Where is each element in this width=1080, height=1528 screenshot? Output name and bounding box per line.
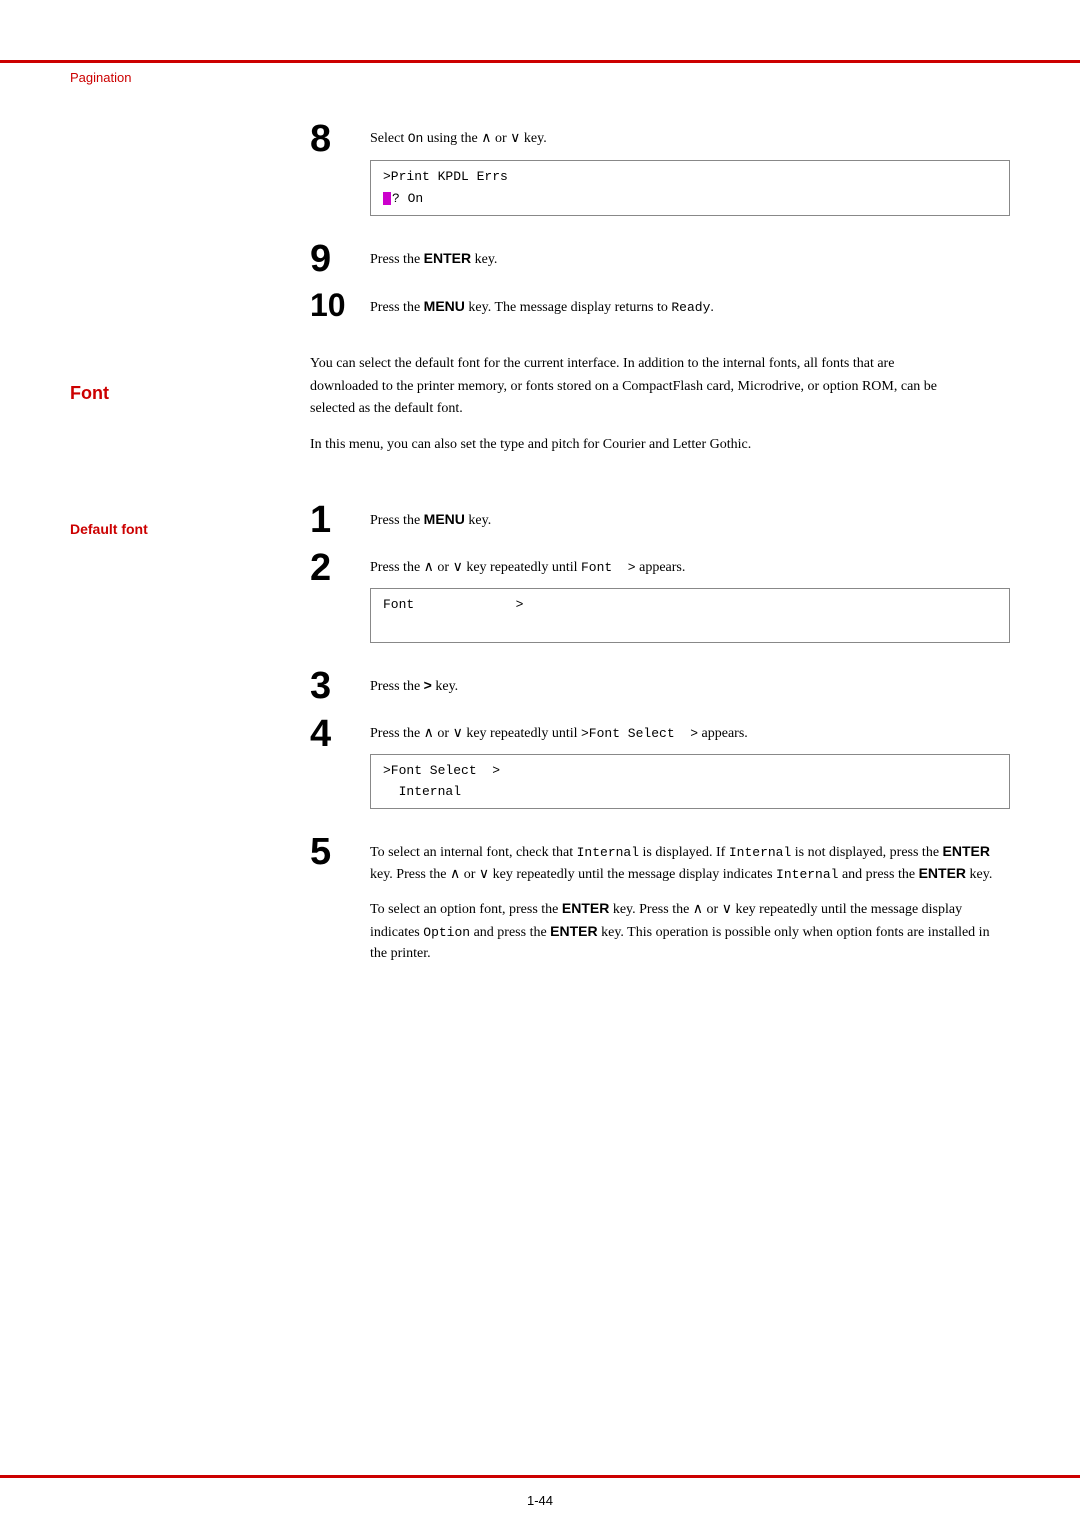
cursor-indicator — [383, 192, 391, 205]
default-step-3-content: Press the > key. — [370, 667, 1010, 698]
font-section: Font You can select the default font for… — [70, 353, 1010, 471]
bottom-rule — [0, 1475, 1080, 1478]
steps-top-section: 8 Select On using the ∧ or ∨ key. >Print… — [310, 120, 1010, 323]
default-step-4: 4 Press the ∧ or ∨ key repeatedly until … — [310, 715, 1010, 823]
font-para-2: In this menu, you can also set the type … — [310, 434, 960, 456]
font-section-body: You can select the default font for the … — [310, 353, 1010, 471]
default-font-steps: 1 Press the MENU key. 2 Press the ∧ or ∨… — [310, 501, 1010, 975]
section-label: Pagination — [70, 70, 131, 85]
default-step-2-number: 2 — [310, 547, 331, 589]
font-section-heading: Font — [70, 383, 310, 404]
default-step-3: 3 Press the > key. — [310, 667, 1010, 705]
step-4-code-box: >Font Select > Internal — [370, 754, 1010, 808]
step-9-content: Press the ENTER key. — [370, 240, 1010, 271]
step-8-code-box: >Print KPDL Errs ? On — [370, 160, 1010, 216]
default-step-1: 1 Press the MENU key. — [310, 501, 1010, 539]
step-9-number: 9 — [310, 240, 370, 278]
default-font-heading: Default font — [70, 521, 310, 537]
step-10-number: 10 — [310, 288, 370, 323]
default-step-2-content: Press the ∧ or ∨ key repeatedly until Fo… — [370, 549, 1010, 657]
page-number: 1-44 — [527, 1493, 553, 1508]
default-step-5-number: 5 — [310, 831, 331, 873]
step-8-content: Select On using the ∧ or ∨ key. >Print K… — [370, 120, 1010, 230]
step-10-content: Press the MENU key. The message display … — [370, 288, 1010, 319]
font-para-1: You can select the default font for the … — [310, 353, 960, 420]
step-8-number: 8 — [310, 120, 370, 158]
default-step-1-content: Press the MENU key. — [370, 501, 1010, 532]
step-5-para-1: To select an internal font, check that I… — [370, 841, 1010, 886]
step-10: 10 Press the MENU key. The message displ… — [310, 288, 1010, 323]
default-step-4-content: Press the ∧ or ∨ key repeatedly until >F… — [370, 715, 1010, 823]
default-step-5-content: To select an internal font, check that I… — [370, 833, 1010, 965]
step-2-code-box: Font > — [370, 588, 1010, 642]
step-8: 8 Select On using the ∧ or ∨ key. >Print… — [310, 120, 1010, 230]
header: Pagination — [70, 70, 131, 87]
default-step-1-number: 1 — [310, 499, 331, 541]
step-9: 9 Press the ENTER key. — [310, 240, 1010, 278]
top-rule — [0, 60, 1080, 63]
default-step-5: 5 To select an internal font, check that… — [310, 833, 1010, 965]
default-step-4-number: 4 — [310, 713, 331, 755]
default-step-3-number: 3 — [310, 665, 331, 707]
step-5-para-2: To select an option font, press the ENTE… — [370, 898, 1010, 965]
main-content: 8 Select On using the ∧ or ∨ key. >Print… — [70, 100, 1010, 1005]
default-font-section: Default font 1 Press the MENU key. — [70, 501, 1010, 975]
default-step-2: 2 Press the ∧ or ∨ key repeatedly until … — [310, 549, 1010, 657]
page-container: Pagination 8 Select On using the ∧ or ∨ … — [0, 0, 1080, 1528]
